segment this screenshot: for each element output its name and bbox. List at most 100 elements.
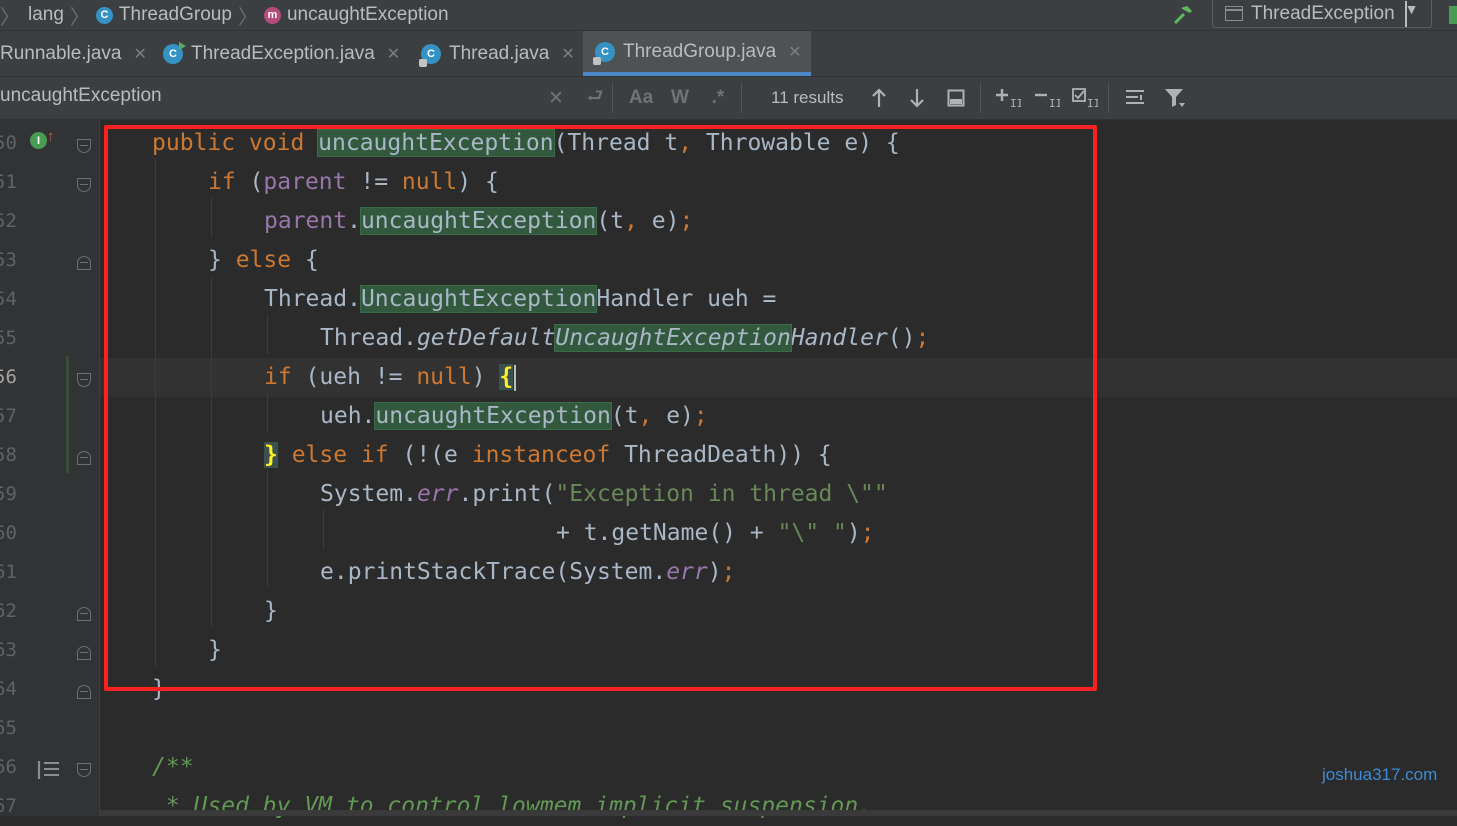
code-token: ) { — [457, 169, 499, 195]
tab-label: Thread.java — [449, 42, 550, 64]
code-token: ; — [693, 403, 708, 429]
code-editor[interactable]: 505152535455565758596061626364656667 I ↑… — [0, 120, 1457, 819]
tab-runnable[interactable]: Runnable.java ✕ — [0, 31, 150, 76]
code-line[interactable]: Thread.UncaughtExceptionHandler ueh = — [264, 280, 776, 319]
search-input[interactable] — [0, 77, 610, 119]
code-line[interactable]: /** — [152, 748, 194, 787]
breadcrumb-item-method[interactable]: uncaughtException — [287, 4, 449, 26]
search-in-selection-icon[interactable] — [1123, 85, 1147, 111]
code-line[interactable]: } — [264, 592, 278, 631]
search-match: UncaughtException — [359, 285, 598, 313]
code-token: err — [666, 559, 708, 585]
code-token: Handler ueh = — [596, 286, 777, 312]
code-token: , — [678, 130, 706, 156]
code-token: public void — [152, 130, 319, 156]
code-token: instanceof — [471, 442, 625, 468]
tab-label: ThreadException.java — [191, 42, 375, 64]
code-token: () — [887, 325, 916, 351]
search-match: uncaughtException — [359, 207, 598, 235]
code-token: ) — [471, 364, 500, 390]
clear-search-icon[interactable]: ✕ — [546, 85, 566, 111]
find-bar: ✕ ⮐ Aa W .* 11 results II II II — [0, 77, 1457, 120]
code-token: . — [347, 208, 361, 234]
close-icon[interactable]: ✕ — [133, 44, 146, 64]
select-all-check-icon[interactable]: II — [1072, 85, 1098, 111]
code-line[interactable]: } — [208, 631, 222, 670]
run-icon[interactable] — [1449, 6, 1457, 24]
code-line[interactable]: if (ueh != null) { — [264, 358, 517, 397]
select-all-occurrences-icon[interactable] — [945, 85, 967, 111]
code-line[interactable]: } — [152, 670, 166, 709]
svg-text:II: II — [1010, 97, 1021, 109]
code-token: (Thread t — [553, 130, 679, 156]
run-configuration-label: ThreadException — [1251, 2, 1395, 24]
code-line[interactable]: * Used by VM to control lowmem implicit … — [152, 787, 872, 826]
match-case-button[interactable]: Aa — [628, 85, 654, 111]
code-line[interactable]: + t.getName() + "\" "); — [556, 514, 875, 553]
remove-occurrence-icon[interactable]: II — [1034, 85, 1060, 111]
svg-text:II: II — [1049, 97, 1060, 109]
svg-text:II: II — [1087, 97, 1098, 109]
code-token: .print( — [458, 481, 556, 507]
code-token: , — [638, 403, 667, 429]
method-icon: m — [263, 6, 281, 24]
code-token: ; — [860, 520, 875, 546]
code-token: null — [416, 364, 472, 390]
code-token: if — [208, 169, 250, 195]
chevron-down-icon: ▼ — [1404, 0, 1419, 27]
tab-label: ThreadGroup.java — [623, 40, 777, 62]
close-icon[interactable]: ✕ — [561, 44, 574, 64]
code-token: + t.getName() + — [556, 520, 778, 546]
history-icon[interactable]: ⮐ — [584, 85, 606, 111]
application-icon — [1225, 6, 1243, 21]
whole-words-button[interactable]: W — [668, 85, 692, 111]
code-token: ( — [249, 169, 264, 195]
code-token: if — [264, 364, 306, 390]
tab-threadexception[interactable]: C ThreadException.java ✕ — [163, 31, 413, 76]
arrow-down-icon[interactable] — [906, 85, 928, 111]
code-line[interactable]: parent.uncaughtException(t, e); — [264, 202, 693, 241]
breadcrumb-separator: 〉 — [0, 6, 20, 29]
close-icon[interactable]: ✕ — [387, 44, 400, 64]
code-token: ; — [915, 325, 930, 351]
tab-threadgroup[interactable]: C ThreadGroup.java ✕ — [583, 31, 811, 76]
arrow-up-icon[interactable] — [868, 85, 890, 111]
code-token: e.printStackTrace(System. — [320, 559, 667, 585]
regex-button[interactable]: .* — [706, 85, 730, 111]
class-icon: C — [163, 41, 186, 64]
code-token: parent — [263, 169, 361, 195]
search-match: uncaughtException — [317, 129, 555, 157]
code-line[interactable]: e.printStackTrace(System.err); — [320, 553, 735, 592]
build-hammer-icon[interactable] — [1170, 3, 1196, 27]
tab-label: Runnable.java — [0, 42, 122, 64]
code-line[interactable]: ueh.uncaughtException(t, e); — [320, 397, 708, 436]
code-token: ueh. — [320, 403, 376, 429]
code-token: System. — [320, 481, 417, 507]
breadcrumb-separator: 〉 — [69, 6, 90, 29]
run-configuration-select[interactable]: ThreadException ▼ — [1212, 0, 1432, 28]
editor-tabs: Runnable.java ✕ C ThreadException.java ✕… — [0, 31, 1457, 77]
tab-thread[interactable]: C Thread.java ✕ — [419, 31, 581, 76]
search-match: uncaughtException — [374, 402, 612, 430]
code-line[interactable]: if (parent != null) { — [208, 163, 499, 202]
add-occurrence-icon[interactable]: II — [995, 85, 1021, 111]
breadcrumb-item-package[interactable]: lang — [28, 4, 64, 26]
close-icon[interactable]: ✕ — [788, 42, 801, 62]
code-token: Handler — [790, 325, 888, 351]
filter-icon[interactable] — [1162, 85, 1188, 111]
code-line[interactable]: System.err.print("Exception in thread \"… — [320, 475, 888, 514]
code-token: Thread. — [320, 325, 417, 351]
class-icon: C — [593, 41, 615, 65]
code-content[interactable]: public void uncaughtException(Thread t, … — [0, 120, 1457, 819]
divider — [612, 83, 613, 113]
text-caret — [514, 364, 517, 391]
code-token: } — [264, 598, 278, 624]
code-line[interactable]: } else { — [208, 241, 319, 280]
horizontal-scrollbar[interactable] — [100, 810, 1457, 816]
code-line[interactable]: } else if (!(e instanceof ThreadDeath)) … — [264, 436, 832, 475]
watermark: joshua317.com — [1322, 765, 1438, 784]
code-token: Throwable e) { — [705, 130, 900, 156]
code-line[interactable]: public void uncaughtException(Thread t, … — [152, 124, 900, 163]
code-line[interactable]: Thread.getDefaultUncaughtExceptionHandle… — [320, 319, 929, 358]
breadcrumb-item-class[interactable]: ThreadGroup — [119, 4, 232, 26]
